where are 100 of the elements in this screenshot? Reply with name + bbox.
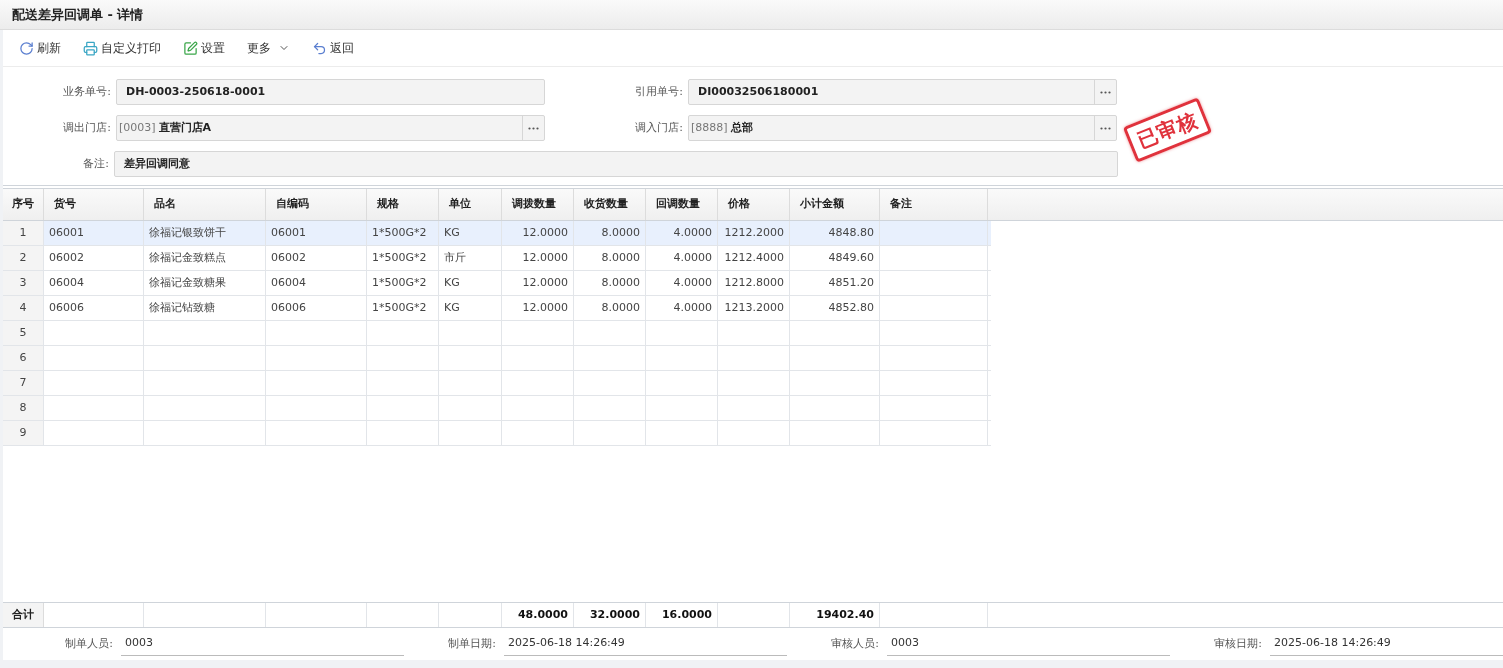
table-cell: 12.0000	[502, 296, 574, 320]
toolbar-button[interactable]: 设置	[183, 39, 225, 57]
footer-label: 审核日期:	[1213, 635, 1263, 652]
column-header[interactable]: 备注	[880, 189, 988, 220]
table-cell: 06002	[266, 246, 367, 270]
text-field[interactable]: [0003] 直营门店A	[116, 115, 545, 141]
more-icon	[1100, 126, 1111, 130]
field-label: 业务单号:	[62, 83, 112, 100]
total-cell: 16.0000	[646, 603, 718, 627]
footer-value: 0003	[121, 632, 404, 656]
table-cell: 4.0000	[646, 271, 718, 295]
column-header[interactable]: 调拨数量	[502, 189, 574, 220]
text-field[interactable]: DH-0003-250618-0001	[116, 79, 545, 105]
column-header[interactable]: 品名	[144, 189, 266, 220]
footer-value: 2025-06-18 14:26:49	[504, 632, 787, 656]
table-row[interactable]: 4 06006 徐福记钻致糖 06006 1*500G*2 KG 12.0000 8.0000 4.0000 1213.2000 4852.80	[3, 296, 991, 321]
toolbar-button[interactable]: 自定义打印	[83, 39, 161, 57]
table-cell: 12.0000	[502, 221, 574, 245]
text-field[interactable]: DI00032506180001	[688, 79, 1117, 105]
footer-value: 2025-06-18 14:26:49	[1270, 632, 1503, 656]
table-cell: 徐福记金致糕点	[144, 246, 266, 270]
field-label: 调入门店:	[634, 119, 684, 136]
table-row[interactable]: 8	[3, 396, 991, 421]
table-row[interactable]: 5	[3, 321, 991, 346]
row-number: 1	[3, 221, 44, 245]
field-label: 调出门店:	[62, 119, 112, 136]
edit-icon	[183, 40, 198, 56]
row-number: 7	[3, 371, 44, 395]
table-cell: 06004	[44, 271, 144, 295]
column-header[interactable]: 序号	[3, 189, 44, 220]
table-cell: 8.0000	[574, 271, 646, 295]
table-cell: 4.0000	[646, 246, 718, 270]
table-cell: 1*500G*2	[367, 221, 439, 245]
table-cell: 4.0000	[646, 296, 718, 320]
column-header[interactable]: 自编码	[266, 189, 367, 220]
table-row[interactable]: 6	[3, 346, 991, 371]
table-cell: 4.0000	[646, 221, 718, 245]
table-cell: 8.0000	[574, 246, 646, 270]
field-value: 总部	[730, 119, 754, 136]
column-header[interactable]: 单位	[439, 189, 502, 220]
table-cell: 1212.4000	[718, 246, 790, 270]
field-label: 引用单号:	[634, 83, 684, 100]
toolbar-button[interactable]: 刷新	[19, 39, 61, 57]
total-cell: 48.0000	[502, 603, 574, 627]
row-number: 2	[3, 246, 44, 270]
table-cell: 徐福记银致饼干	[144, 221, 266, 245]
table-cell: 市斤	[439, 246, 502, 270]
table-row[interactable]: 7	[3, 371, 991, 396]
table-cell: 06006	[44, 296, 144, 320]
store-code: [0003]	[118, 119, 157, 136]
column-header[interactable]: 价格	[718, 189, 790, 220]
refresh-icon	[19, 40, 34, 56]
column-header[interactable]: 小计金额	[790, 189, 880, 220]
table-cell: 1213.2000	[718, 296, 790, 320]
table-cell: 06001	[266, 221, 367, 245]
column-header[interactable]: 货号	[44, 189, 144, 220]
column-header[interactable]: 回调数量	[646, 189, 718, 220]
row-number: 6	[3, 346, 44, 370]
table-cell: 徐福记金致糖果	[144, 271, 266, 295]
total-label: 合计	[3, 603, 44, 627]
more-icon	[1100, 90, 1111, 94]
row-number: 8	[3, 396, 44, 420]
table-cell: 1*500G*2	[367, 271, 439, 295]
row-number: 3	[3, 271, 44, 295]
toolbar-button[interactable]: 更多	[247, 39, 290, 57]
total-cell: 19402.40	[790, 603, 880, 627]
table-cell: 1212.8000	[718, 271, 790, 295]
table-row[interactable]: 9	[3, 421, 991, 446]
text-field[interactable]: 差异回调同意	[114, 151, 1118, 177]
column-header[interactable]: 收货数量	[574, 189, 646, 220]
table-cell: 1*500G*2	[367, 296, 439, 320]
table-cell: 12.0000	[502, 246, 574, 270]
printer-icon	[83, 40, 98, 56]
text-field[interactable]: [8888] 总部	[688, 115, 1117, 141]
store-code: [8888]	[690, 119, 729, 136]
table-cell: KG	[439, 296, 502, 320]
row-number: 5	[3, 321, 44, 345]
field-value: 差异回调同意	[123, 155, 191, 172]
more-icon	[528, 126, 539, 130]
footer-value: 0003	[887, 632, 1170, 656]
row-number: 9	[3, 421, 44, 445]
table-cell: 1*500G*2	[367, 246, 439, 270]
table-cell: KG	[439, 271, 502, 295]
total-cell: 32.0000	[574, 603, 646, 627]
table-row[interactable]: 3 06004 徐福记金致糖果 06004 1*500G*2 KG 12.0000 8.0000 4.0000 1212.8000 4851.20	[3, 271, 991, 296]
table-cell: 4852.80	[790, 296, 880, 320]
table-row[interactable]: 1 06001 徐福记银致饼干 06001 1*500G*2 KG 12.0000 8.0000 4.0000 1212.2000 4848.80	[3, 221, 991, 246]
table-cell: 06006	[266, 296, 367, 320]
footer-label: 制单日期:	[447, 635, 497, 652]
field-value: DI00032506180001	[697, 83, 820, 100]
field-label: 备注:	[82, 155, 110, 172]
table-cell: 12.0000	[502, 271, 574, 295]
table-cell: KG	[439, 221, 502, 245]
table-cell: 06002	[44, 246, 144, 270]
field-value: 直营门店A	[158, 119, 213, 136]
table-row[interactable]: 2 06002 徐福记金致糕点 06002 1*500G*2 市斤 12.0000 8.0000 4.0000 1212.4000 4849.60	[3, 246, 991, 271]
table-cell: 4851.20	[790, 271, 880, 295]
toolbar-button[interactable]: 返回	[312, 39, 354, 57]
column-header[interactable]: 规格	[367, 189, 439, 220]
table-cell: 06001	[44, 221, 144, 245]
